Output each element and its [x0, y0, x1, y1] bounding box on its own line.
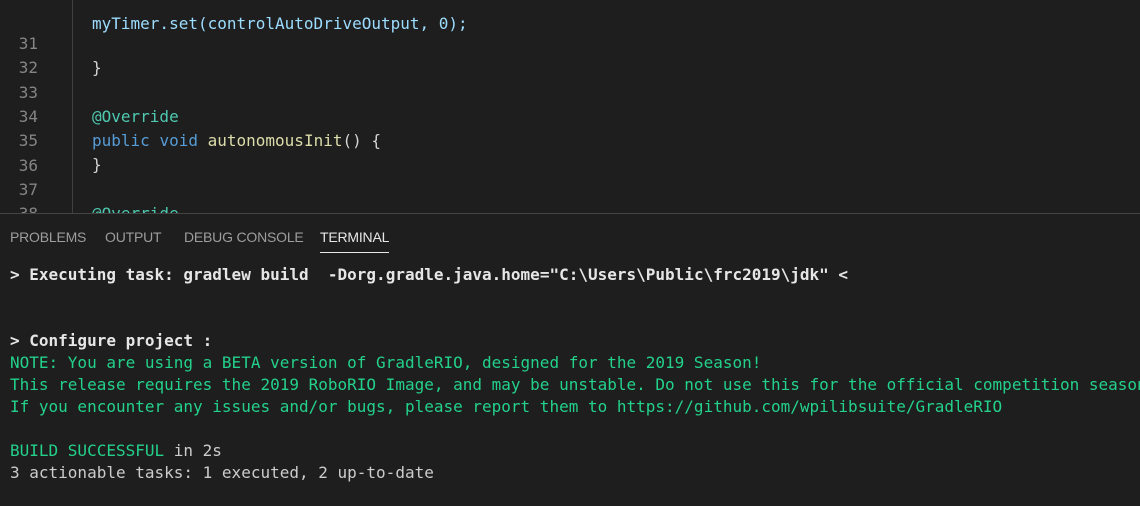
- panel-tabs: PROBLEMS OUTPUT DEBUG CONSOLE TERMINAL: [0, 214, 1140, 260]
- code-line[interactable]: 38 public void autonomousPeriodic() {: [0, 178, 1140, 213]
- code-line[interactable]: 34 public void autonomousInit() {: [0, 81, 1140, 150]
- terminal-summary-line: 3 actionable tasks: 1 executed, 2 up-to-…: [10, 463, 434, 482]
- code-line[interactable]: 33 @Override: [0, 57, 1140, 126]
- build-time: in 2s: [164, 441, 222, 460]
- tab-problems[interactable]: PROBLEMS: [10, 229, 86, 245]
- bottom-panel: PROBLEMS OUTPUT DEBUG CONSOLE TERMINAL >…: [0, 214, 1140, 506]
- terminal-exec-line: > Executing task: gradlew build -Dorg.gr…: [10, 264, 848, 286]
- tab-terminal[interactable]: TERMINAL: [320, 229, 389, 253]
- exec-args: -Dorg.gradle.java.home="C:\Users\Public\…: [327, 265, 849, 284]
- exec-command: > Executing task: gradlew build: [10, 265, 309, 284]
- code-line-partial-bottom[interactable]: 39 }: [0, 202, 1140, 213]
- terminal-note-line: This release requires the 2019 RoboRIO I…: [10, 375, 1140, 394]
- terminal-note-line: NOTE: You are using a BETA version of Gr…: [10, 353, 762, 372]
- terminal-build-line: BUILD SUCCESSFUL in 2s: [10, 440, 222, 462]
- code-line[interactable]: 36: [0, 130, 1140, 175]
- terminal-note-line: If you encounter any issues and/or bugs,…: [10, 397, 1003, 416]
- code-line[interactable]: 31 }: [0, 8, 1140, 77]
- code-editor[interactable]: myTimer.set(controlAutoDriveOutput, 0); …: [0, 0, 1140, 213]
- code-line[interactable]: 32: [0, 32, 1140, 77]
- tab-output[interactable]: OUTPUT: [105, 229, 162, 245]
- terminal-configure-line: > Configure project :: [10, 331, 213, 350]
- tab-debug-console[interactable]: DEBUG CONSOLE: [184, 229, 304, 245]
- code-line[interactable]: 37 @Override: [0, 154, 1140, 213]
- code-line[interactable]: 35 }: [0, 105, 1140, 174]
- build-status: BUILD SUCCESSFUL: [10, 441, 165, 460]
